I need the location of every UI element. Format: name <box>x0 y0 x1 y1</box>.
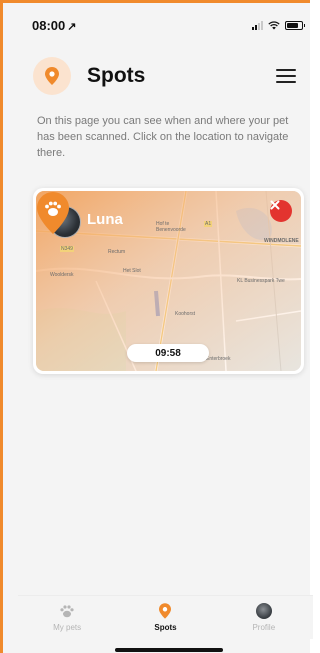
home-indicator <box>115 648 223 652</box>
map-label-hof: Hof te Benenvoorde <box>156 221 186 233</box>
tab-my-pets[interactable]: My pets <box>27 602 107 632</box>
map-label-rectum: Rectum <box>108 249 126 255</box>
page-header: Spots <box>33 56 296 96</box>
wifi-icon <box>268 20 280 29</box>
tab-spots[interactable]: Spots <box>125 602 205 632</box>
intro-text: On this page you can see when and where … <box>37 115 289 159</box>
pet-name: Luna <box>87 211 123 228</box>
profile-avatar <box>255 603 272 619</box>
map-label-wooldersk: Wooldersk <box>50 272 74 278</box>
status-time-text: 08:00 <box>32 17 66 33</box>
status-time: 08:00 ↗ <box>32 18 76 33</box>
map-label-koohorst: Koohorst <box>175 311 196 317</box>
location-pin-icon <box>159 603 172 619</box>
spot-map[interactable]: Hof te Benenvoorde WINDMOLENE Rectum Het… <box>36 191 301 371</box>
close-button[interactable] <box>270 200 292 222</box>
location-pin-icon <box>45 67 59 85</box>
status-bar: 08:00 ↗ <box>6 6 313 44</box>
spot-time: 09:58 <box>127 344 209 362</box>
header-badge <box>33 57 71 95</box>
map-label-road: N349 <box>60 246 74 252</box>
signal-icon <box>252 20 263 30</box>
tab-label: My pets <box>53 623 82 632</box>
close-icon <box>270 200 280 210</box>
spot-card[interactable]: Hof te Benenvoorde WINDMOLENE Rectum Het… <box>33 188 304 374</box>
paw-icon <box>60 605 74 618</box>
tab-bar: My pets Spots Profile <box>18 595 313 639</box>
map-label-enterbroek: Enterbroek <box>206 356 231 362</box>
hamburger-menu-icon[interactable] <box>276 69 296 83</box>
status-icons <box>252 20 305 30</box>
map-label-a1: A1 <box>204 221 213 227</box>
map-label-kl: KL Businesspark Twe <box>237 278 285 284</box>
tab-label: Profile <box>252 623 276 632</box>
map-label-het-slot: Het Slot <box>123 268 141 274</box>
battery-icon <box>285 20 305 30</box>
tab-label: Spots <box>154 623 177 632</box>
location-arrow-icon: ↗ <box>67 20 77 33</box>
app-frame: 08:00 ↗ Spots On this page you can see wh… <box>0 0 313 653</box>
tab-profile[interactable]: Profile <box>224 602 304 632</box>
map-label-windmolen: WINDMOLENE <box>264 238 299 244</box>
page-title: Spots <box>87 64 146 87</box>
map-location-pin[interactable] <box>36 191 70 235</box>
